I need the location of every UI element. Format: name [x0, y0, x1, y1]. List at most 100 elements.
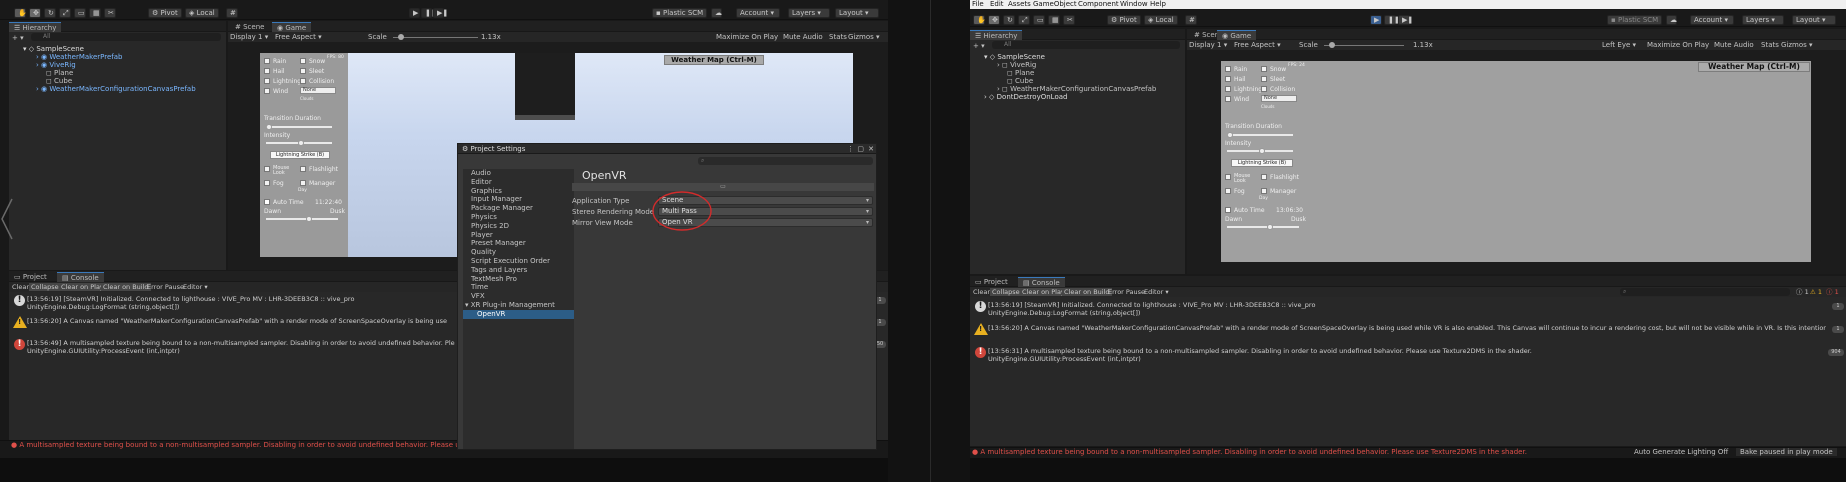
- hierarchy-item[interactable]: ◻ Cube: [46, 77, 72, 85]
- tab-project[interactable]: ▭ Project: [970, 277, 1013, 287]
- layout-dropdown[interactable]: Layout ▾: [835, 8, 879, 18]
- intensity-slider[interactable]: [1227, 148, 1293, 154]
- error-pause-toggle[interactable]: Error Pause: [1106, 288, 1147, 296]
- clear-button[interactable]: Clear: [10, 283, 31, 291]
- settings-category-physics[interactable]: Physics: [471, 213, 497, 222]
- layers-dropdown[interactable]: Layers ▾: [1742, 15, 1784, 25]
- log-entry[interactable]: ! [13:56:20] A Canvas named "WeatherMake…: [970, 322, 1846, 341]
- plastic-scm-button[interactable]: ▪ Plastic SCM: [652, 8, 708, 18]
- scale-tool-icon[interactable]: ⤢: [1018, 15, 1030, 25]
- hierarchy-search-input[interactable]: All: [31, 33, 221, 41]
- tab-game[interactable]: ◉ Game: [1217, 30, 1257, 40]
- pivot-button[interactable]: ⚙ Pivot: [148, 8, 182, 18]
- tab-game[interactable]: ◉ Game: [272, 22, 312, 32]
- project-settings-titlebar[interactable]: ⚙ Project Settings ⋮ ▢ ✕: [458, 144, 876, 154]
- collision-checkbox[interactable]: [300, 78, 306, 84]
- gizmos-dropdown[interactable]: Gizmos ▾: [1781, 41, 1813, 49]
- transition-slider-knob[interactable]: [266, 124, 272, 130]
- clear-on-build-toggle[interactable]: Clear on Build: [101, 283, 151, 291]
- editor-dropdown[interactable]: Editor ▾: [181, 283, 210, 291]
- hierarchy-item[interactable]: ◻ Cube: [1007, 77, 1033, 85]
- transform-tool-icon[interactable]: ▦: [89, 8, 101, 18]
- time-of-day-slider[interactable]: [1227, 224, 1299, 230]
- time-of-day-slider-knob[interactable]: [1267, 224, 1273, 230]
- transition-slider[interactable]: [266, 124, 332, 130]
- game-viewport[interactable]: Weather Map (Ctrl-M) FPS: 24 Rain Snow H…: [1221, 61, 1811, 262]
- transition-slider[interactable]: [1227, 132, 1293, 138]
- rect-tool-icon[interactable]: ▭: [1033, 15, 1045, 25]
- rect-tool-icon[interactable]: ▭: [74, 8, 86, 18]
- intensity-slider-knob[interactable]: [298, 140, 304, 146]
- custom-tool-icon[interactable]: ✂: [1063, 15, 1075, 25]
- plastic-scm-button[interactable]: ▪ Plastic SCM: [1607, 15, 1663, 25]
- hand-tool-icon[interactable]: ✋: [973, 15, 986, 25]
- more-options-icon[interactable]: ⋮: [847, 145, 854, 153]
- mute-audio-toggle[interactable]: Mute Audio: [1714, 41, 1754, 49]
- menu-window[interactable]: Window: [1120, 0, 1148, 8]
- hierarchy-item[interactable]: › ◻ ViveRig: [997, 61, 1036, 69]
- settings-search-input[interactable]: ⌕: [698, 157, 873, 165]
- transform-tool-icon[interactable]: ▦: [1048, 15, 1060, 25]
- time-of-day-slider[interactable]: [266, 216, 338, 222]
- hierarchy-search-input[interactable]: All: [992, 41, 1180, 49]
- aspect-dropdown[interactable]: Free Aspect ▾: [275, 33, 322, 41]
- maximize-icon[interactable]: ▢: [857, 145, 864, 153]
- lightning-checkbox[interactable]: [1225, 86, 1231, 92]
- lightning-checkbox[interactable]: [264, 78, 270, 84]
- scene-root[interactable]: ▾ ◇ SampleScene: [984, 53, 1045, 61]
- lightning-strike-button[interactable]: Lightning Strike (B): [1231, 159, 1293, 167]
- settings-category-preset-manager[interactable]: Preset Manager: [471, 239, 526, 248]
- monitor-icon[interactable]: ▭: [572, 183, 874, 191]
- flashlight-checkbox[interactable]: [1261, 174, 1267, 180]
- settings-category-openvr[interactable]: OpenVR: [463, 309, 574, 319]
- account-dropdown[interactable]: Account ▾: [1690, 15, 1734, 25]
- local-button[interactable]: ◈ Local: [185, 8, 219, 18]
- move-tool-icon[interactable]: ✥: [29, 8, 41, 18]
- warning-count-badge[interactable]: ⚠ 1: [1808, 288, 1824, 296]
- tab-console[interactable]: ▤ Console: [57, 272, 104, 282]
- scale-slider-knob[interactable]: [1329, 42, 1335, 48]
- pause-button[interactable]: ❚❚: [421, 8, 437, 18]
- add-object-button[interactable]: + ▾: [12, 34, 24, 42]
- fog-checkbox[interactable]: [1225, 188, 1231, 194]
- hail-checkbox[interactable]: [264, 68, 270, 74]
- collapse-toggle[interactable]: Collapse: [990, 288, 1022, 296]
- weather-map-title[interactable]: Weather Map (Ctrl-M): [1698, 62, 1810, 72]
- aspect-dropdown[interactable]: Free Aspect ▾: [1234, 41, 1281, 49]
- hierarchy-item[interactable]: › ◉ WeatherMakerPrefab: [36, 53, 122, 61]
- stats-toggle[interactable]: Stats: [1761, 41, 1779, 49]
- gizmos-dropdown[interactable]: Gizmos ▾: [848, 33, 880, 41]
- hierarchy-tab[interactable]: ☰ Hierarchy: [970, 30, 1023, 40]
- intensity-slider[interactable]: [266, 140, 332, 146]
- cloud-icon[interactable]: ☁: [711, 8, 722, 18]
- fog-checkbox[interactable]: [264, 180, 270, 186]
- settings-category-player[interactable]: Player: [471, 231, 493, 240]
- weather-map-title[interactable]: Weather Map (Ctrl-M): [664, 55, 764, 65]
- clear-on-play-toggle[interactable]: Clear on Play: [1020, 288, 1067, 296]
- custom-tool-icon[interactable]: ✂: [104, 8, 116, 18]
- maximize-on-play-toggle[interactable]: Maximize On Play: [1647, 41, 1709, 49]
- auto-time-checkbox[interactable]: [264, 199, 270, 205]
- settings-category-xr-plugin-management[interactable]: ▾ XR Plug-in Management: [465, 301, 555, 310]
- tab-project[interactable]: ▭ Project: [9, 272, 52, 282]
- rain-checkbox[interactable]: [1225, 66, 1231, 72]
- layers-dropdown[interactable]: Layers ▾: [788, 8, 830, 18]
- menu-edit[interactable]: Edit: [990, 0, 1004, 8]
- settings-category-package-manager[interactable]: Package Manager: [471, 204, 533, 213]
- lightning-strike-button[interactable]: Lightning Strike (B): [270, 151, 330, 159]
- menu-gameobject[interactable]: GameObject: [1033, 0, 1077, 8]
- manager-checkbox[interactable]: [1261, 188, 1267, 194]
- account-dropdown[interactable]: Account ▾: [736, 8, 780, 18]
- settings-category-graphics[interactable]: Graphics: [471, 187, 502, 196]
- local-button[interactable]: ◈ Local: [1144, 15, 1178, 25]
- hierarchy-item[interactable]: › ◉ ViveRig: [36, 61, 76, 69]
- log-entry[interactable]: ! [13:56:19] [SteamVR] Initialized. Conn…: [970, 299, 1846, 318]
- mouse-look-checkbox[interactable]: [264, 166, 270, 172]
- hand-tool-icon[interactable]: ✋: [14, 8, 27, 18]
- rotate-tool-icon[interactable]: ↻: [1003, 15, 1015, 25]
- hierarchy-item[interactable]: ◻ Plane: [46, 69, 73, 77]
- settings-category-physics-2d[interactable]: Physics 2D: [471, 222, 509, 231]
- grid-snap-icon[interactable]: #: [1185, 15, 1197, 25]
- pivot-button[interactable]: ⚙ Pivot: [1107, 15, 1141, 25]
- maximize-on-play-toggle[interactable]: Maximize On Play: [716, 33, 778, 41]
